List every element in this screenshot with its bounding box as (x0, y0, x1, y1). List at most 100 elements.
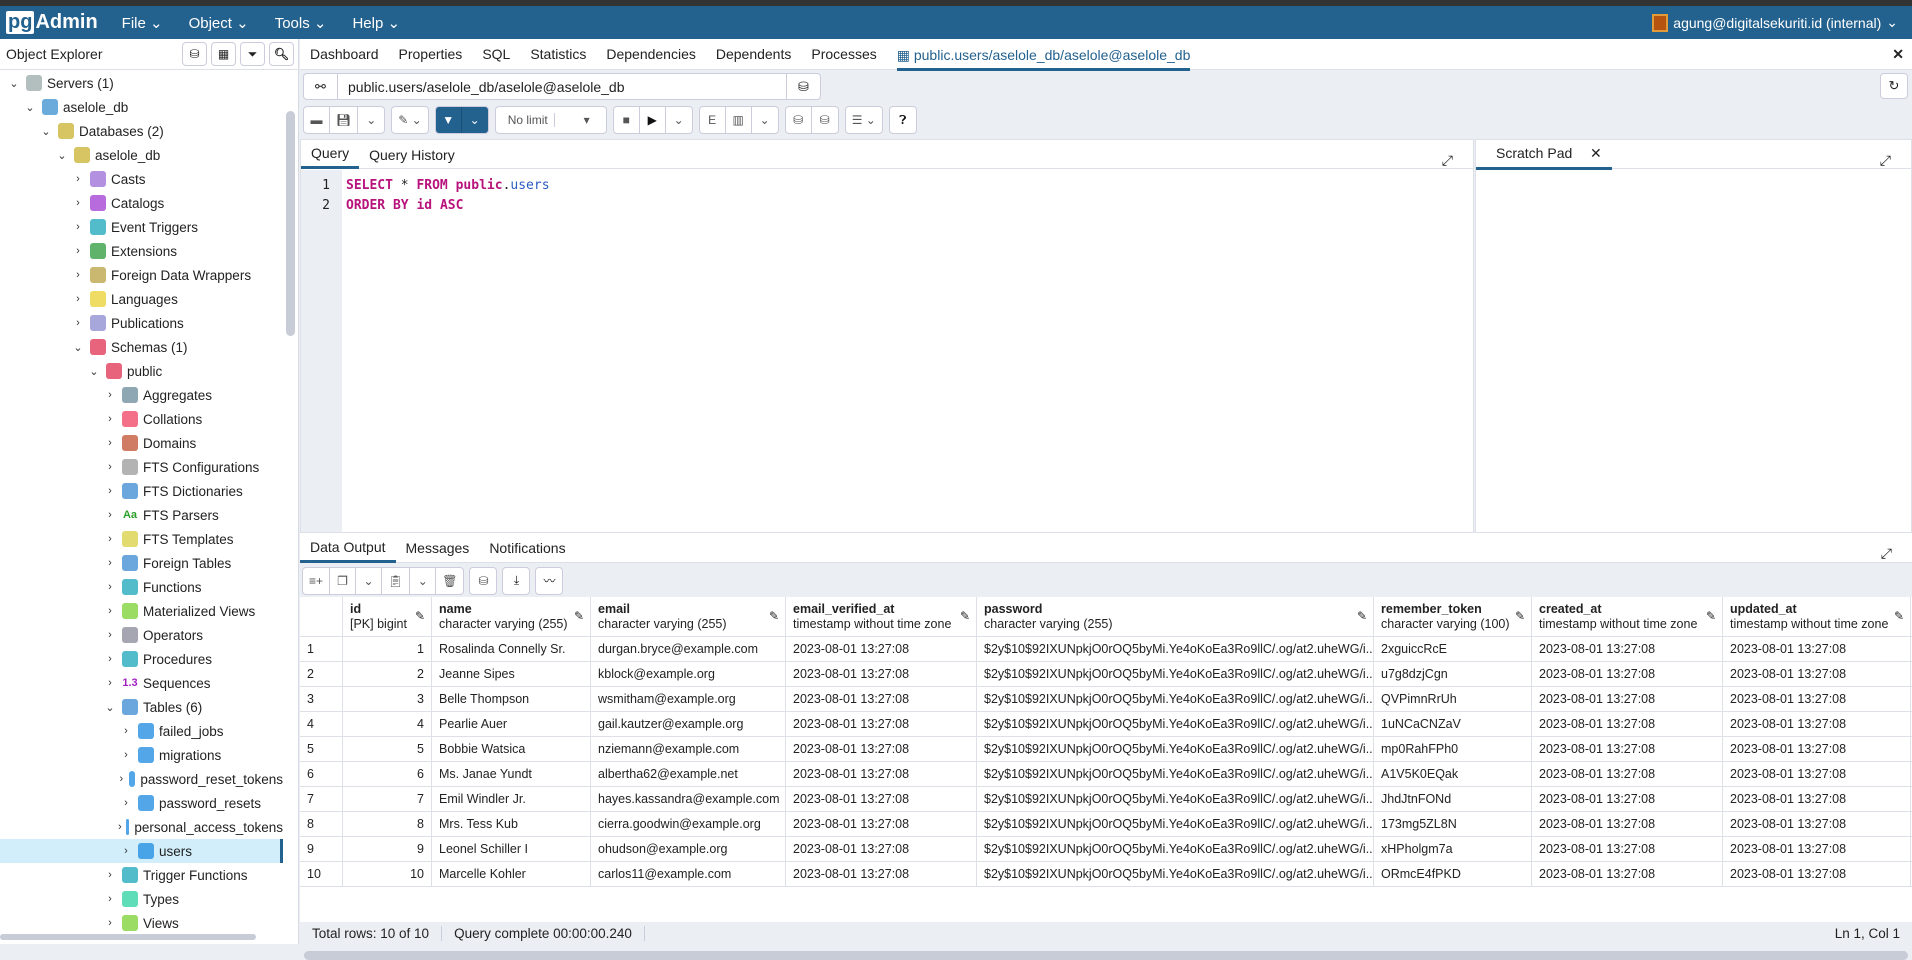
table-cell[interactable]: 173mg5ZL8N (1374, 812, 1532, 836)
tree-item[interactable]: › Event Triggers (0, 215, 283, 239)
table-cell[interactable]: 2023-08-01 13:27:08 (1723, 837, 1911, 861)
chevron-down-icon[interactable]: ⌄ (86, 365, 102, 378)
filter-dropdown-button[interactable]: ⌄ (462, 107, 488, 133)
tab-dependents[interactable]: Dependents (716, 46, 792, 62)
query-tool-button[interactable]: ⛁ (182, 42, 207, 66)
table-cell[interactable]: Marcelle Kohler (432, 862, 591, 886)
table-cell[interactable]: 1uNCaCNZaV (1374, 712, 1532, 736)
connection-status-icon[interactable]: ⚯ (304, 74, 338, 99)
tree-item[interactable]: › FTS Dictionaries (0, 479, 283, 503)
tree-horizontal-scrollbar[interactable] (0, 934, 256, 940)
tab-messages[interactable]: Messages (396, 534, 480, 561)
database-icon[interactable]: ⛁ (786, 74, 820, 99)
column-header-name[interactable]: name character varying (255) ✎ (432, 597, 591, 636)
table-cell[interactable]: carlos11@example.com (591, 862, 786, 886)
table-cell[interactable]: $2y$10$92IXUNpkjO0rOQ5byMi.Ye4oKoEa3Ro9l… (977, 787, 1374, 811)
user-menu[interactable]: agung@digitalsekuriti.id (internal) ⌄ (1652, 13, 1898, 32)
table-cell[interactable]: 2023-08-01 13:27:08 (786, 862, 977, 886)
table-cell[interactable]: Mrs. Tess Kub (432, 812, 591, 836)
table-cell[interactable]: 2023-08-01 13:27:08 (786, 837, 977, 861)
tree-item[interactable]: › Procedures (0, 647, 283, 671)
macros-button[interactable]: ☰ ⌄ (846, 107, 882, 133)
chevron-right-icon[interactable]: › (102, 605, 118, 617)
chevron-right-icon[interactable]: › (102, 485, 118, 497)
table-row[interactable]: 2 2 Jeanne Sipes kblock@example.org 2023-08-… (300, 662, 1912, 687)
table-cell[interactable]: durgan.bryce@example.com (591, 637, 786, 661)
table-cell[interactable]: 2023-08-01 13:27:08 (1532, 862, 1723, 886)
table-cell[interactable]: $2y$10$92IXUNpkjO0rOQ5byMi.Ye4oKoEa3Ro9l… (977, 737, 1374, 761)
chevron-right-icon[interactable]: › (70, 317, 86, 329)
table-cell[interactable]: 2023-08-01 13:27:08 (1532, 837, 1723, 861)
table-cell[interactable]: A1V5K0EQak (1374, 762, 1532, 786)
table-row[interactable]: 3 3 Belle Thompson wsmitham@example.org 2023… (300, 687, 1912, 712)
rollback-button[interactable]: ⛁ (812, 107, 838, 133)
download-button[interactable]: ⤓ (503, 568, 529, 594)
tree-item[interactable]: › password_reset_tokens (0, 767, 283, 791)
row-number[interactable]: 2 (300, 662, 343, 686)
tree-item[interactable]: › Materialized Views (0, 599, 283, 623)
chevron-right-icon[interactable]: › (102, 653, 118, 665)
grid-horizontal-scrollbar[interactable] (304, 951, 1908, 960)
table-row[interactable]: 4 4 Pearlie Auer gail.kautzer@example.org 20… (300, 712, 1912, 737)
delete-button[interactable]: 🗑︎ (436, 568, 463, 594)
row-number[interactable]: 5 (300, 737, 343, 761)
table-cell[interactable]: hayes.kassandra@example.com (591, 787, 786, 811)
chevron-right-icon[interactable]: › (118, 773, 125, 785)
save-file-button[interactable]: 💾︎ (330, 107, 359, 133)
tab-query[interactable]: Query (301, 139, 360, 169)
tab-scratch-pad[interactable]: Scratch Pad ✕ (1476, 139, 1612, 170)
table-cell[interactable]: 2023-08-01 13:27:08 (1532, 712, 1723, 736)
table-cell[interactable]: 2023-08-01 13:27:08 (1532, 687, 1723, 711)
table-cell[interactable]: $2y$10$92IXUNpkjO0rOQ5byMi.Ye4oKoEa3Ro9l… (977, 662, 1374, 686)
explain-dropdown-button[interactable]: ⌄ (752, 107, 778, 133)
table-cell[interactable]: 2023-08-01 13:27:08 (1723, 662, 1911, 686)
edit-button[interactable]: ✎ ⌄ (392, 107, 427, 133)
open-file-button[interactable]: ▬ (304, 107, 330, 133)
row-number[interactable]: 10 (300, 862, 343, 886)
menu-tools[interactable]: Tools ⌄ (275, 14, 327, 32)
copy-button[interactable]: ❐ (330, 567, 357, 594)
menu-file[interactable]: File ⌄ (122, 14, 163, 32)
chevron-right-icon[interactable]: › (102, 461, 118, 473)
chevron-right-icon[interactable]: › (118, 749, 134, 761)
tab-data-output[interactable]: Data Output (300, 533, 396, 563)
table-cell[interactable]: 2023-08-01 13:27:08 (786, 662, 977, 686)
table-cell[interactable]: 2023-08-01 13:27:08 (1532, 737, 1723, 761)
tree-item[interactable]: › Publications (0, 311, 283, 335)
chevron-right-icon[interactable]: › (102, 437, 118, 449)
chevron-right-icon[interactable]: › (118, 845, 134, 857)
tree-item[interactable]: › Domains (0, 431, 283, 455)
graph-button[interactable]: 〰 (536, 568, 562, 594)
table-cell[interactable]: 2023-08-01 13:27:08 (1723, 862, 1911, 886)
tree-item[interactable]: › Types (0, 887, 283, 911)
stop-button[interactable]: ■ (614, 107, 640, 133)
table-row[interactable]: 9 9 Leonel Schiller Iohudson@example.org 20… (300, 837, 1912, 862)
tree-item[interactable]: › Aa FTS Parsers (0, 503, 283, 527)
table-cell[interactable]: albertha62@example.net (591, 762, 786, 786)
tree-item[interactable]: › 1.3 Sequences (0, 671, 283, 695)
chevron-right-icon[interactable]: › (102, 893, 118, 905)
tree-item[interactable]: ⌄ Servers (1) (0, 71, 283, 95)
tree-item[interactable]: › password_resets (0, 791, 283, 815)
chevron-right-icon[interactable]: › (102, 869, 118, 881)
table-row[interactable]: 8 8 Mrs. Tess Kub cierra.goodwin@example.or… (300, 812, 1912, 837)
table-cell[interactable]: 4 (343, 712, 432, 736)
tree-item[interactable]: ⌄ Schemas (1) (0, 335, 283, 359)
explain-analyze-button[interactable]: ▥ (726, 107, 752, 133)
chevron-right-icon[interactable]: › (118, 725, 134, 737)
table-cell[interactable]: xHPholgm7a (1374, 837, 1532, 861)
chevron-right-icon[interactable]: › (102, 629, 118, 641)
column-header-updated_at[interactable]: updated_at timestamp without time zone ✎ (1723, 597, 1911, 636)
tab-query-history[interactable]: Query History (359, 141, 465, 168)
table-cell[interactable]: 8 (343, 812, 432, 836)
table-cell[interactable]: QVPimnRrUh (1374, 687, 1532, 711)
table-cell[interactable]: Jeanne Sipes (432, 662, 591, 686)
chevron-right-icon[interactable]: › (70, 245, 86, 257)
row-number[interactable]: 9 (300, 837, 343, 861)
sql-editor[interactable]: 12 SELECT * FROM public.users ORDER BY i… (301, 170, 1473, 532)
column-header-remember_token[interactable]: remember_token character varying (100) ✎ (1374, 597, 1532, 636)
paste-button[interactable]: 📋︎ (382, 567, 411, 594)
tab-dashboard[interactable]: Dashboard (310, 46, 379, 62)
table-cell[interactable]: $2y$10$92IXUNpkjO0rOQ5byMi.Ye4oKoEa3Ro9l… (977, 712, 1374, 736)
tree-item[interactable]: › Extensions (0, 239, 283, 263)
